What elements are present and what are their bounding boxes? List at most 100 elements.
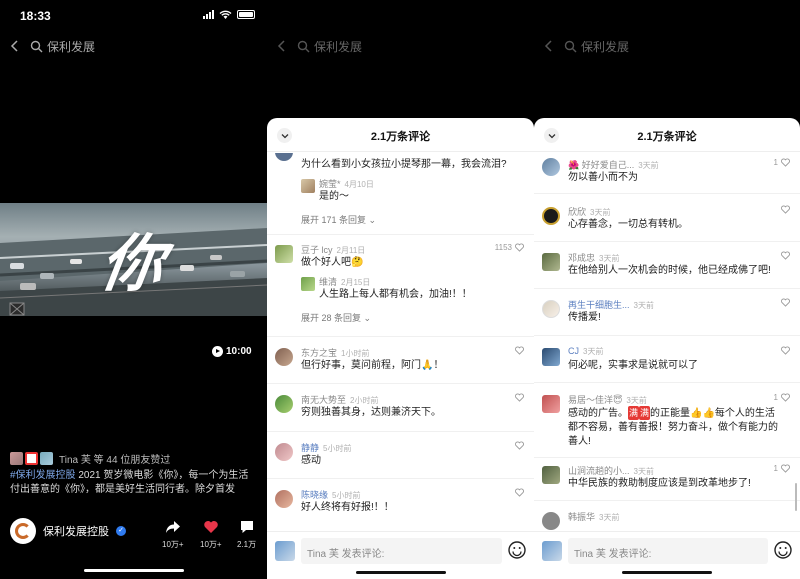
search-icon[interactable] — [297, 40, 310, 53]
commenter-avatar[interactable] — [275, 245, 293, 263]
author-row[interactable]: 保利发展控股 ✓ — [10, 518, 126, 544]
share-count: 10万+ — [162, 540, 184, 549]
comment-like-button[interactable] — [781, 205, 790, 214]
comment-text: 感动的广告。满 满的正能量👍👍每个人的生活都不容易，善有善报！努力奋斗，做个有能力… — [568, 406, 778, 447]
back-arrow-icon[interactable] — [542, 39, 556, 53]
comment-like-button[interactable]: 1 — [774, 393, 790, 402]
commenter-name[interactable]: 🌺 好好爱自己... 3天前 — [568, 158, 659, 171]
author-name[interactable]: 保利发展控股 — [43, 523, 109, 539]
commenter-name[interactable]: 陈晓缘 5小时前 — [301, 488, 360, 501]
comment-input[interactable]: Tina 芙 发表评论: — [301, 538, 502, 564]
comment-like-button[interactable]: 1 — [774, 464, 790, 473]
divider — [267, 478, 534, 479]
wifi-icon — [219, 10, 232, 19]
commenter-name[interactable]: CJ 3天前 — [568, 346, 603, 357]
like-count: 10万+ — [200, 540, 222, 549]
friend-avatar — [25, 452, 38, 465]
heart-outline-icon — [781, 464, 790, 473]
heart-icon — [204, 521, 218, 533]
heart-outline-icon — [515, 346, 524, 355]
commenter-avatar[interactable] — [542, 512, 560, 530]
comment-list[interactable]: 为什么看到小女孩拉小提琴那一幕，我会流泪? 婉莹* 4月10日 是的～ 展开 17… — [267, 153, 534, 531]
commenter-avatar[interactable] — [542, 300, 560, 318]
comments-header: 2.1万条评论 — [267, 118, 534, 152]
commenter-avatar[interactable] — [542, 253, 560, 271]
author-avatar[interactable] — [10, 518, 36, 544]
expand-replies-link[interactable]: 展开 28 条回复 ⌄ — [301, 311, 371, 324]
commenter-avatar[interactable] — [542, 158, 560, 176]
commenter-avatar[interactable] — [542, 207, 560, 225]
heart-outline-icon — [781, 158, 790, 167]
hashtag-link[interactable]: #保利发展控股 — [10, 470, 76, 481]
video-player[interactable]: 你 — [0, 203, 267, 316]
comment-text: 中华民族的救助制度应该是到改革地步了! — [568, 478, 751, 489]
commenter-avatar[interactable] — [542, 466, 560, 484]
commenter-name[interactable]: 邓成忠 3天前 — [568, 251, 619, 264]
commenter-name[interactable]: 易居～佳洋😇 3天前 — [568, 393, 647, 406]
commenter-avatar[interactable] — [542, 395, 560, 413]
search-keyword[interactable]: 保利发展 — [47, 38, 95, 55]
divider — [267, 336, 534, 337]
share-button[interactable]: 10万+ — [162, 519, 184, 550]
commenter-name[interactable]: 豆子 lcy 2月11日 — [301, 243, 365, 256]
commenter-name[interactable]: 南无大势至 2小时前 — [301, 393, 378, 406]
search-icon[interactable] — [564, 40, 577, 53]
comment-text: 穷则独善其身，达则兼济天下。 — [301, 407, 441, 418]
emoji-icon[interactable] — [508, 541, 526, 559]
comment-like-button[interactable]: 1153 — [495, 243, 524, 252]
commenter-avatar[interactable] — [542, 348, 560, 366]
comment-list[interactable]: 🌺 好好爱自己... 3天前 1 勿以善小而不为 欣欣 3天前 心存善念，一切总有转… — [534, 153, 800, 531]
comment-like-button[interactable] — [515, 488, 524, 497]
divider — [267, 234, 534, 235]
back-arrow-icon[interactable] — [275, 39, 289, 53]
commenter-name[interactable]: 再生干细胞生... 3天前 — [568, 298, 654, 311]
commenter-avatar[interactable] — [275, 348, 293, 366]
commenter-name[interactable]: 欣欣 3天前 — [568, 205, 610, 218]
comment-like-button[interactable] — [781, 251, 790, 260]
nav-bar: 保利发展 — [0, 36, 267, 56]
replier-avatar[interactable] — [301, 179, 315, 193]
comments-title: 2.1万条评论 — [370, 131, 431, 143]
scrollbar[interactable] — [795, 483, 797, 511]
comment-button[interactable]: 2.1万 — [237, 519, 256, 550]
search-icon[interactable] — [30, 40, 43, 53]
comment-text: 好人终将有好报!！！ — [301, 502, 394, 513]
status-time: 18:33 — [20, 9, 51, 23]
friend-avatar — [40, 452, 53, 465]
comment-like-button[interactable] — [515, 441, 524, 450]
comment-input[interactable]: Tina 芙 发表评论: — [568, 538, 768, 564]
commenter-avatar[interactable] — [275, 490, 293, 508]
commenter-avatar[interactable] — [275, 443, 293, 461]
replier-name[interactable]: 维清 2月15日 — [319, 275, 370, 288]
signal-icon — [203, 10, 214, 19]
commenter-name[interactable]: 东方之宝 1小时前 — [301, 346, 369, 359]
heart-outline-icon — [515, 393, 524, 402]
play-icon — [212, 346, 223, 357]
expand-replies-link[interactable]: 展开 171 条回复 ⌄ — [301, 213, 376, 226]
comment-like-button[interactable] — [781, 298, 790, 307]
comment-like-button[interactable] — [781, 346, 790, 355]
heart-outline-icon — [781, 298, 790, 307]
comment-text: 勿以善小而不为 — [568, 172, 638, 183]
comment-text: 在他给别人一次机会的时候，他已经成佛了吧! — [568, 265, 771, 276]
comment-text: 为什么看到小女孩拉小提琴那一幕，我会流泪? — [301, 159, 507, 170]
comment-input-bar: Tina 芙 发表评论: — [534, 531, 800, 579]
comment-like-button[interactable]: 1 — [774, 158, 790, 167]
divider — [267, 431, 534, 432]
commenter-name[interactable]: 静静 5小时前 — [301, 441, 351, 454]
back-arrow-icon[interactable] — [8, 39, 22, 53]
search-keyword[interactable]: 保利发展 — [314, 38, 362, 55]
commenter-name[interactable]: 山涧流趟的小... 3天前 — [568, 464, 654, 477]
post-description[interactable]: #保利发展控股 2021 贺岁微电影《你》，每一个为生活付出善意的《你》，都是美… — [10, 469, 258, 497]
comment-like-button[interactable] — [515, 346, 524, 355]
liked-by-friends[interactable]: Tina 芙 等 44 位朋友赞过 — [10, 451, 170, 466]
comment-like-button[interactable] — [515, 393, 524, 402]
commenter-name[interactable]: 韩振华 3天前 — [568, 510, 619, 523]
replier-name[interactable]: 婉莹* 4月10日 — [319, 177, 374, 190]
like-button[interactable]: 10万+ — [200, 519, 222, 550]
search-keyword[interactable]: 保利发展 — [581, 38, 629, 55]
emoji-icon[interactable] — [774, 541, 792, 559]
commenter-avatar[interactable] — [275, 395, 293, 413]
replier-avatar[interactable] — [301, 277, 315, 291]
commenter-avatar[interactable] — [275, 153, 293, 161]
